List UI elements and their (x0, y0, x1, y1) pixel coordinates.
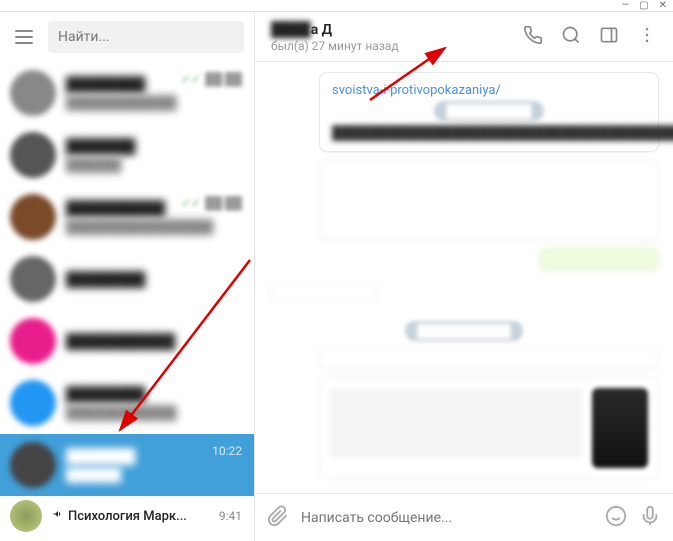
sidebar-header (0, 12, 254, 62)
avatar (10, 318, 56, 364)
window-titlebar: — ▢ ✕ (0, 0, 673, 12)
emoji-icon[interactable] (605, 505, 627, 531)
avatar (10, 500, 42, 532)
avatar (10, 442, 56, 488)
avatar (10, 194, 56, 240)
message-bubble-out[interactable] (539, 248, 659, 270)
voice-icon[interactable] (639, 505, 661, 531)
call-icon[interactable] (523, 25, 543, 49)
avatar (10, 380, 56, 426)
chat-name: ███████████ (66, 333, 244, 350)
chat-preview: ████████████████ (66, 219, 244, 235)
message-input[interactable] (301, 510, 593, 526)
chat-item[interactable]: Психология Марк... 9:41 (0, 496, 254, 536)
chat-list: ████████████████████ ✓✓ ██:██ ██████████… (0, 62, 254, 541)
message-image (592, 388, 648, 468)
chat-time: ✓✓ ██:██ (181, 72, 242, 86)
sidebar: ████████████████████ ✓✓ ██:██ ██████████… (0, 12, 255, 541)
chat-time: ✓✓ ██:██ (181, 196, 242, 210)
chat-item-selected[interactable]: █████████████ 10:22 (0, 434, 254, 496)
inline-badge: ██████████ (434, 101, 543, 121)
channel-icon (52, 508, 64, 524)
chat-name: ████████ (66, 271, 244, 288)
chat-preview: ████████████ (66, 95, 244, 111)
close-button[interactable]: ✕ (659, 1, 667, 11)
date-separator: ███████████ (269, 320, 659, 339)
chat-header: ████а Д был(а) 27 минут назад (255, 12, 673, 62)
message-link[interactable]: svoistva-i-protivopokazaniya/ (332, 83, 501, 98)
more-icon[interactable] (637, 25, 657, 49)
chat-item[interactable]: ██████████████████████████ ✓✓ ██:██ (0, 186, 254, 248)
message-bubble[interactable] (319, 160, 659, 240)
maximize-button[interactable]: ▢ (639, 1, 648, 11)
chat-item[interactable]: ███████████ (0, 310, 254, 372)
search-input[interactable] (58, 29, 234, 45)
avatar (10, 132, 56, 178)
chat-name: ███████ (66, 138, 244, 155)
chat-time: 10:22 (212, 444, 242, 458)
messages-pane[interactable]: svoistva-i-protivopokazaniya/ ██████████… (255, 62, 673, 493)
chat-item[interactable]: █████████████ (0, 124, 254, 186)
chat-item[interactable]: ████████████████████ ✓✓ ██:██ (0, 62, 254, 124)
chat-name: Психология Марк... (52, 508, 244, 524)
avatar (10, 70, 56, 116)
search-box[interactable] (48, 21, 244, 53)
menu-button[interactable] (10, 23, 38, 51)
minimize-button[interactable]: — (621, 1, 629, 11)
search-icon[interactable] (561, 25, 581, 49)
message-input-bar (255, 493, 673, 541)
chat-item[interactable]: ████████ (0, 248, 254, 310)
chat-name: ████████ (66, 386, 244, 403)
message-bubble[interactable] (269, 284, 379, 302)
chat-preview: ████████████ (66, 405, 244, 421)
chat-title: ████а Д (271, 21, 523, 38)
chat-preview: ██████ (66, 467, 244, 483)
chat-time: 9:41 (219, 509, 242, 523)
chat-preview: ██████ (66, 157, 244, 173)
sidebar-toggle-icon[interactable] (599, 25, 619, 49)
message-bubble[interactable]: svoistva-i-protivopokazaniya/ ██████████… (319, 72, 659, 152)
chat-item[interactable]: ████████████████████ (0, 372, 254, 434)
attach-icon[interactable] (267, 505, 289, 531)
chat-area: ████а Д был(а) 27 минут назад (255, 12, 673, 541)
avatar (10, 256, 56, 302)
message-card[interactable] (319, 377, 659, 479)
message-bubble[interactable] (319, 347, 659, 369)
chat-status: был(а) 27 минут назад (271, 39, 523, 53)
